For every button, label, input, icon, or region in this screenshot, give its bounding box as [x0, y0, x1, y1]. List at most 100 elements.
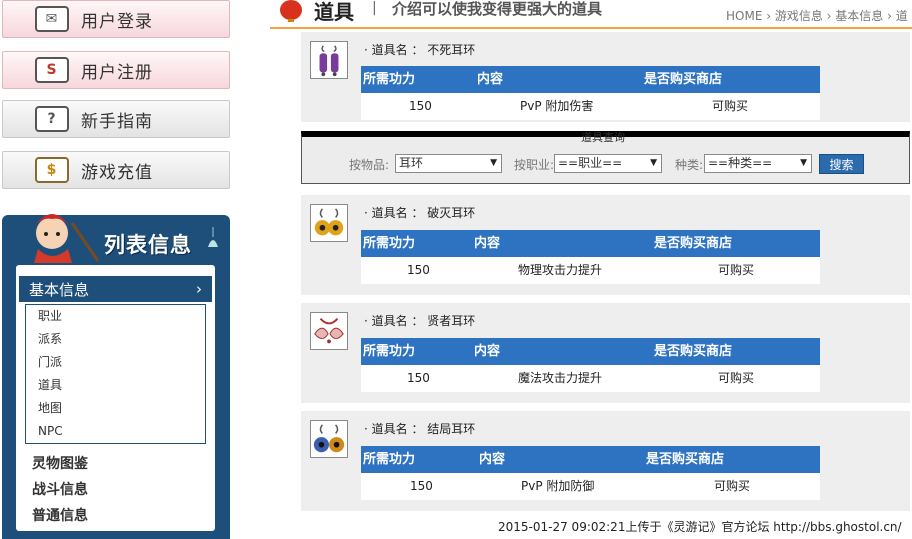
header-power: 所需功力	[363, 344, 416, 359]
item-name-prefix: · 道具名 ：	[364, 422, 424, 436]
upload-footer: 2015-01-27 09:02:21上传于《灵游记》官方论坛 http://b…	[498, 520, 902, 534]
cell-content: PvP 附加防御	[521, 479, 595, 493]
chevron-right-icon: ›	[196, 280, 202, 298]
item-name-prefix: · 道具名 ：	[364, 43, 424, 57]
recharge-button[interactable]: $ 游戏充值	[2, 151, 230, 189]
table-header: 所需功力 内容 是否购买商店	[361, 66, 820, 93]
item-search-panel: 道具查询 按物品: 耳环 ▼ 按职业: ==职业== ▼ 种类: ==种类== …	[301, 131, 910, 184]
header-shop: 是否购买商店	[644, 72, 723, 87]
type-filter-label: 种类:	[675, 158, 704, 172]
submenu-item-faction[interactable]: 派系	[26, 328, 205, 351]
register-label: 用户注册	[81, 62, 153, 83]
register-button[interactable]: S 用户注册	[2, 51, 230, 89]
cell-shop: 可购买	[718, 263, 755, 277]
list-body: 基本信息 › 职业 派系 门派 道具 地图 NPC 灵物图鉴 战斗信息 普通信息	[16, 265, 215, 531]
item-name-value: 不死耳环	[427, 43, 476, 57]
item-table: 所需功力 内容 是否购买商店 150 PvP 附加防御 可购买	[361, 446, 820, 500]
earring-icon	[310, 204, 348, 242]
job-select-value: ==职业==	[558, 156, 623, 170]
basic-info-label: 基本信息	[29, 280, 90, 299]
register-icon: S	[35, 57, 69, 83]
menu-battle-info[interactable]: 战斗信息	[32, 479, 88, 499]
item-name-value: 破灭耳环	[427, 206, 476, 220]
item-name-prefix: · 道具名 ：	[364, 314, 424, 328]
header-shop: 是否购买商店	[654, 236, 733, 251]
item-name-value: 贤者耳环	[427, 314, 476, 328]
cell-content: 魔法攻击力提升	[518, 371, 603, 385]
search-title: 道具查询	[581, 131, 625, 144]
list-panel: 列表信息 基本信息 › 职业 派系 门派 道具 地图 NPC 灵物图鉴 战斗信息…	[2, 214, 230, 539]
lantern-icon	[280, 0, 302, 22]
item-table: 所需功力 内容 是否购买商店 150 PvP 附加伤害 可购买	[361, 66, 820, 120]
dropdown-arrow-icon: ▼	[650, 158, 657, 168]
job-filter-label: 按职业:	[514, 158, 555, 172]
table-row: 150 物理攻击力提升 可购买	[361, 257, 820, 284]
header-power: 所需功力	[363, 72, 416, 87]
item-card: · 道具名 ： 破灭耳环 所需功力 内容 是否购买商店 150 物理攻击力提升 …	[301, 195, 910, 295]
menu-general-info[interactable]: 普通信息	[32, 505, 88, 525]
cell-power: 150	[407, 263, 430, 277]
basic-info-menu[interactable]: 基本信息 ›	[19, 276, 212, 302]
submenu-item-sect[interactable]: 门派	[26, 351, 205, 374]
type-select-value: ==种类==	[708, 156, 773, 170]
guide-button[interactable]: ? 新手指南	[2, 100, 230, 138]
cell-power: 150	[409, 99, 432, 113]
header-content: 内容	[474, 236, 501, 251]
item-name: · 道具名 ： 结局耳环	[364, 420, 475, 437]
submenu-item-items[interactable]: 道具	[26, 374, 205, 397]
dollar-icon: $	[35, 157, 69, 183]
header-divider	[270, 27, 912, 29]
earring-icon	[310, 312, 348, 350]
item-name: · 道具名 ： 不死耳环	[364, 41, 475, 58]
type-select[interactable]: ==种类== ▼	[704, 154, 812, 173]
list-info-title: 列表信息	[104, 233, 192, 257]
login-label: 用户登录	[81, 11, 153, 32]
item-table: 所需功力 内容 是否购买商店 150 物理攻击力提升 可购买	[361, 230, 820, 284]
title-separator: |	[372, 0, 377, 16]
cell-shop: 可购买	[712, 99, 749, 113]
item-card: · 道具名 ： 贤者耳环 所需功力 内容 是否购买商店 150 魔法攻击力提升 …	[301, 303, 910, 403]
page-subtitle: 介绍可以使我变得更强大的道具	[392, 0, 603, 18]
cell-shop: 可购买	[714, 479, 751, 493]
item-select[interactable]: 耳环 ▼	[395, 154, 502, 173]
item-card: · 道具名 ： 不死耳环 所需功力 内容 是否购买商店 150 PvP 附加伤害…	[301, 32, 910, 122]
cell-content: PvP 附加伤害	[520, 99, 594, 113]
cell-power: 150	[410, 479, 433, 493]
header-shop: 是否购买商店	[654, 344, 733, 359]
dropdown-arrow-icon: ▼	[490, 158, 497, 168]
login-button[interactable]: ✉ 用户登录	[2, 0, 230, 38]
cell-content: 物理攻击力提升	[518, 263, 603, 277]
submenu-item-map[interactable]: 地图	[26, 397, 205, 420]
submenu-item-npc[interactable]: NPC	[26, 420, 205, 443]
item-filter-label: 按物品:	[349, 158, 390, 172]
earring-icon	[310, 420, 348, 458]
lamp-icon	[208, 227, 218, 247]
job-select[interactable]: ==职业== ▼	[554, 154, 662, 173]
item-table: 所需功力 内容 是否购买商店 150 魔法攻击力提升 可购买	[361, 338, 820, 392]
item-name: · 道具名 ： 破灭耳环	[364, 204, 475, 221]
basic-info-submenu: 职业 派系 门派 道具 地图 NPC	[25, 304, 206, 444]
submenu-item-job[interactable]: 职业	[26, 305, 205, 328]
table-row: 150 魔法攻击力提升 可购买	[361, 365, 820, 392]
header-content: 内容	[479, 452, 506, 467]
search-button[interactable]: 搜索	[819, 154, 864, 174]
table-row: 150 PvP 附加防御 可购买	[361, 473, 820, 500]
header-power: 所需功力	[363, 452, 416, 467]
item-select-value: 耳环	[399, 156, 424, 170]
table-header: 所需功力 内容 是否购买商店	[361, 338, 820, 365]
menu-spirit-atlas[interactable]: 灵物图鉴	[32, 453, 88, 473]
header-content: 内容	[474, 344, 501, 359]
table-row: 150 PvP 附加伤害 可购买	[361, 93, 820, 120]
earring-icon	[310, 41, 348, 79]
mascot-icon	[34, 214, 100, 263]
cell-shop: 可购买	[718, 371, 755, 385]
sidebar: ✉ 用户登录 S 用户注册 ? 新手指南 $ 游戏充值 列表信息 基本信息 ›	[0, 0, 248, 539]
breadcrumb[interactable]: HOME › 游戏信息 › 基本信息 › 道	[726, 7, 908, 24]
table-header: 所需功力 内容 是否购买商店	[361, 446, 820, 473]
header-power: 所需功力	[363, 236, 416, 251]
item-card: · 道具名 ： 结局耳环 所需功力 内容 是否购买商店 150 PvP 附加防御…	[301, 411, 910, 511]
cell-power: 150	[407, 371, 430, 385]
dropdown-arrow-icon: ▼	[800, 158, 807, 168]
guide-label: 新手指南	[81, 111, 153, 132]
item-name-value: 结局耳环	[427, 422, 476, 436]
